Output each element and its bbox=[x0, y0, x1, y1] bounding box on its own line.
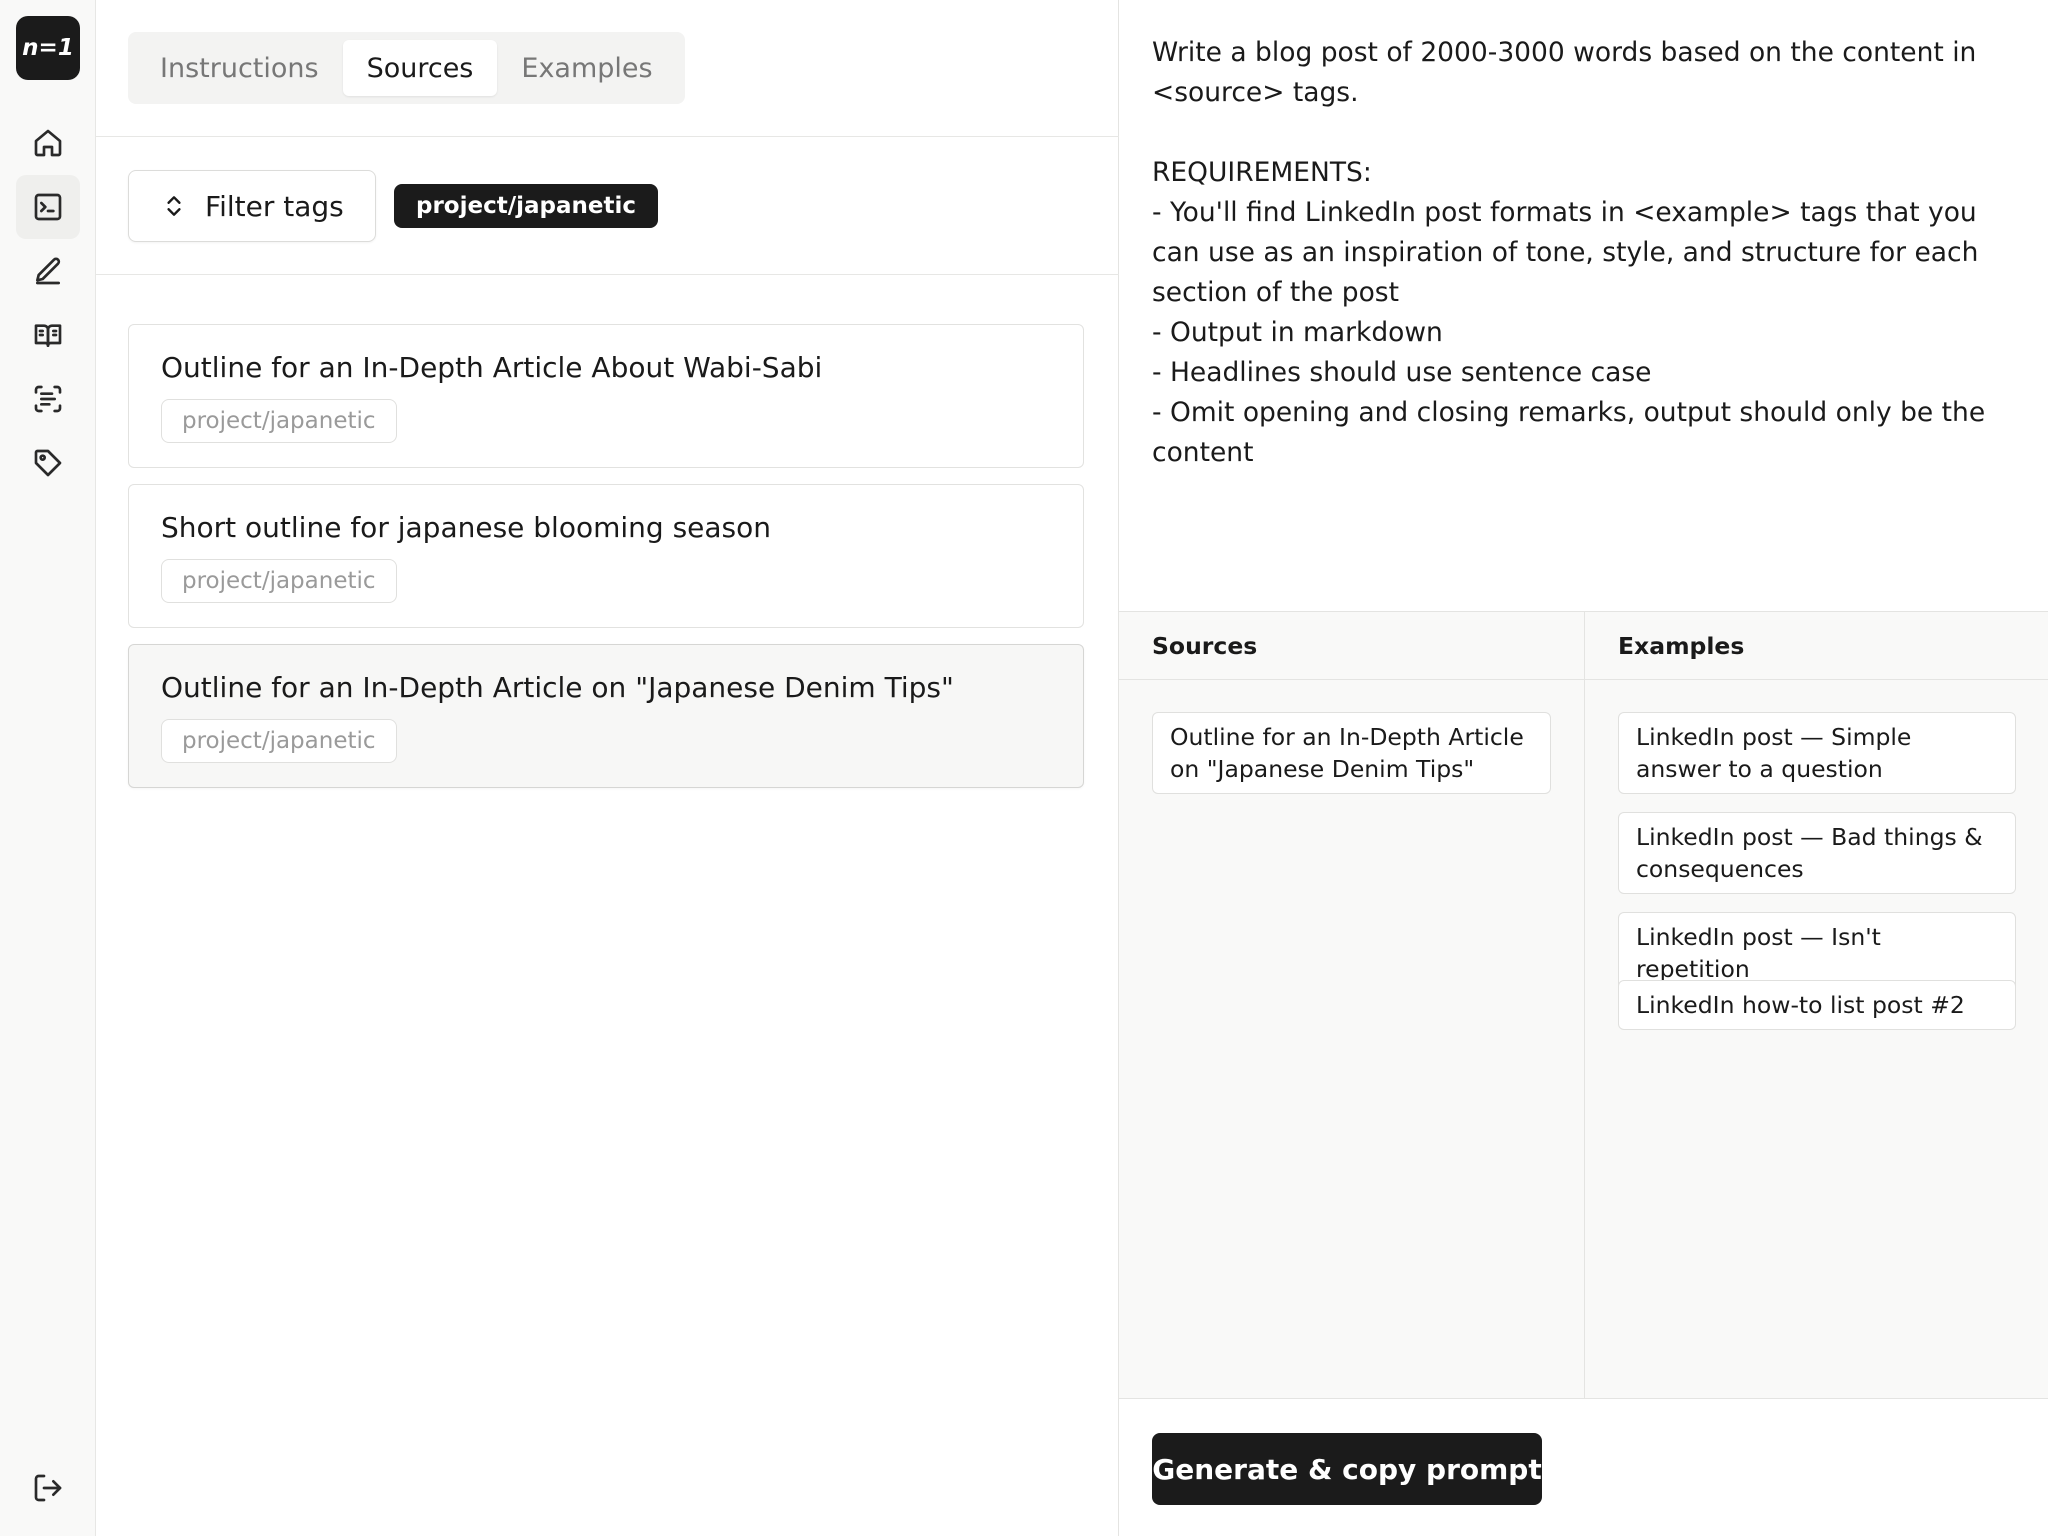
app-logo[interactable]: n=1 bbox=[16, 16, 80, 80]
generate-copy-prompt-button[interactable]: Generate & copy prompt bbox=[1152, 1433, 1542, 1505]
filter-tags-label: Filter tags bbox=[205, 189, 344, 223]
icon-rail: n=1 bbox=[0, 0, 96, 1536]
source-tag[interactable]: project/japanetic bbox=[161, 399, 397, 443]
prompt-editor[interactable]: Write a blog post of 2000-3000 words bas… bbox=[1119, 0, 2048, 612]
prompt-builder-panel: Write a blog post of 2000-3000 words bas… bbox=[1119, 0, 2048, 1536]
terminal-icon[interactable] bbox=[16, 175, 80, 239]
source-card[interactable]: Outline for an In-Depth Article About Wa… bbox=[128, 324, 1084, 468]
selected-source-chip[interactable]: Outline for an In-Depth Article on "Japa… bbox=[1152, 712, 1551, 794]
selected-sources-header: Sources bbox=[1119, 612, 1584, 680]
source-card[interactable]: Outline for an In-Depth Article on "Japa… bbox=[128, 644, 1084, 788]
filter-tags-button[interactable]: Filter tags bbox=[128, 170, 376, 242]
tab-sources[interactable]: Sources bbox=[342, 40, 498, 96]
source-title: Outline for an In-Depth Article on "Japa… bbox=[161, 671, 954, 704]
action-footer: Generate & copy prompt bbox=[1119, 1398, 2048, 1536]
chevrons-up-down-icon bbox=[167, 196, 181, 216]
source-card[interactable]: Short outline for japanese blooming seas… bbox=[128, 484, 1084, 628]
column-divider bbox=[1584, 612, 1585, 1398]
tab-examples[interactable]: Examples bbox=[497, 40, 676, 96]
selected-examples-header: Examples bbox=[1585, 612, 2048, 680]
divider bbox=[96, 136, 1119, 137]
divider bbox=[96, 274, 1119, 275]
selected-example-chip[interactable]: LinkedIn how-to list post #2 bbox=[1618, 980, 2016, 1030]
tag-icon[interactable] bbox=[16, 431, 80, 495]
home-icon[interactable] bbox=[16, 111, 80, 175]
selected-example-chip[interactable]: LinkedIn post — Bad things & consequence… bbox=[1618, 812, 2016, 894]
library-panel: Instructions Sources Examples Filter tag… bbox=[96, 0, 1119, 1536]
tab-bar: Instructions Sources Examples bbox=[128, 32, 685, 104]
active-tag-filter[interactable]: project/japanetic bbox=[394, 184, 658, 228]
source-tag[interactable]: project/japanetic bbox=[161, 719, 397, 763]
book-icon[interactable] bbox=[16, 303, 80, 367]
tab-instructions[interactable]: Instructions bbox=[136, 40, 343, 96]
selected-example-chip[interactable]: LinkedIn post — Simple answer to a quest… bbox=[1618, 712, 2016, 794]
source-title: Short outline for japanese blooming seas… bbox=[161, 511, 772, 544]
source-tag[interactable]: project/japanetic bbox=[161, 559, 397, 603]
logout-icon[interactable] bbox=[16, 1456, 80, 1520]
prompt-text[interactable]: Write a blog post of 2000-3000 words bas… bbox=[1152, 33, 2016, 473]
source-title: Outline for an In-Depth Article About Wa… bbox=[161, 351, 823, 384]
scan-text-icon[interactable] bbox=[16, 367, 80, 431]
pencil-icon[interactable] bbox=[16, 239, 80, 303]
